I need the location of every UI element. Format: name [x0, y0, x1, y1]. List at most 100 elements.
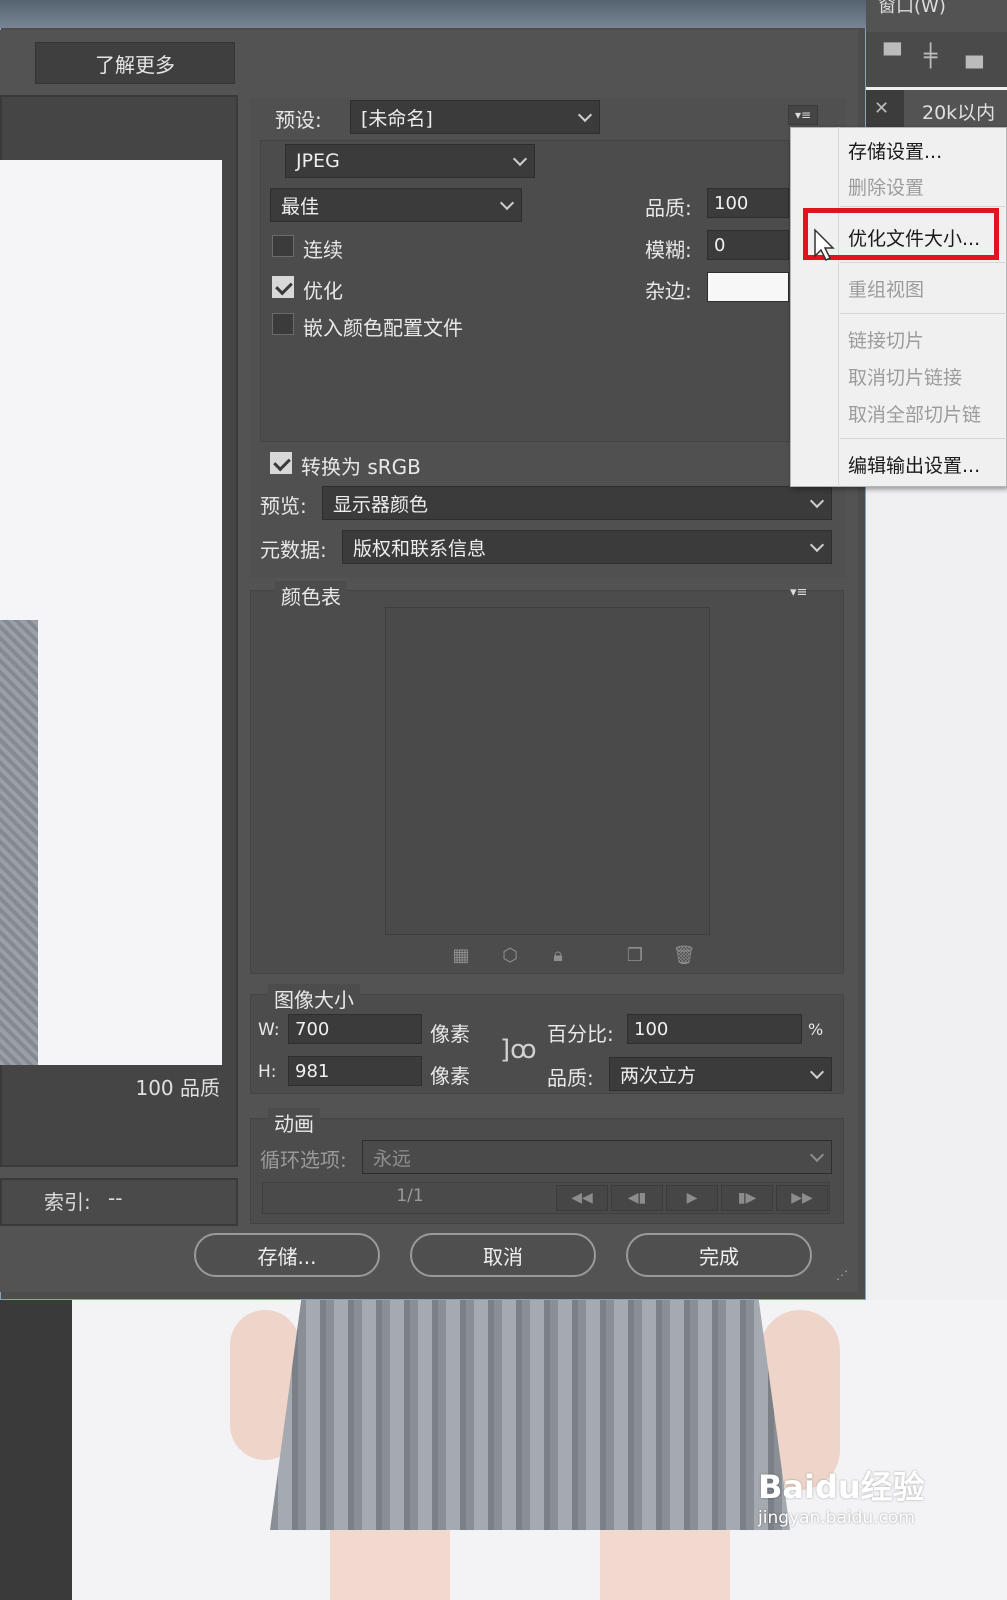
animation-title: 动画: [268, 1108, 320, 1137]
lock-color-icon[interactable]: 🔒︎: [545, 942, 571, 968]
preview-mode-value: 显示器颜色: [333, 493, 429, 516]
photo-skirt: [270, 1300, 790, 1530]
play-button[interactable]: ▶: [666, 1185, 718, 1211]
settings-menu-icon[interactable]: ▾≡: [788, 105, 818, 125]
menu-separator: [840, 438, 1007, 439]
preview-image-jacket: [0, 620, 38, 1065]
watermark-logo: Baidu经验: [758, 1468, 925, 1506]
width-label: W:: [258, 1020, 280, 1040]
metadata-value: 版权和联系信息: [353, 537, 487, 560]
preview-quality-note: 100 品质: [135, 1076, 220, 1100]
preset-select-value: [未命名]: [361, 107, 433, 130]
format-select[interactable]: JPEG: [285, 144, 535, 178]
quality-input[interactable]: 100: [707, 188, 789, 218]
blur-input[interactable]: 0: [707, 230, 789, 260]
first-frame-button[interactable]: ◀◀: [556, 1185, 608, 1211]
last-frame-button[interactable]: ▶▶: [776, 1185, 828, 1211]
matte-label: 杂边:: [645, 279, 692, 303]
menu-icon-gutter: [838, 127, 839, 487]
learn-more-button[interactable]: 了解更多: [35, 42, 235, 84]
height-label: H:: [258, 1062, 277, 1082]
resize-grip-icon[interactable]: ⋰: [836, 1268, 848, 1282]
preview-mode-select[interactable]: 显示器颜色: [322, 486, 832, 520]
chevron-down-icon: [809, 493, 825, 509]
metadata-select[interactable]: 版权和联系信息: [342, 530, 832, 564]
trash-icon[interactable]: 🗑︎: [671, 942, 697, 968]
preset-label: 预设:: [275, 108, 322, 132]
loop-options-value: 永远: [373, 1147, 412, 1170]
progressive-label: 连续: [303, 238, 343, 262]
color-table-menu-icon[interactable]: ▾≡: [790, 585, 807, 600]
width-input[interactable]: 700: [288, 1014, 422, 1044]
optimized-label: 优化: [303, 279, 343, 303]
resample-quality-select[interactable]: 两次立方: [609, 1057, 832, 1091]
photoshop-menu-bar: 窗口(W): [866, 0, 1007, 32]
menu-item-unlink-all-slices[interactable]: 取消全部切片链: [848, 400, 1007, 427]
width-unit-label: 像素: [430, 1022, 470, 1046]
web-snap-cube-icon[interactable]: ⬡: [497, 942, 523, 968]
chevron-down-icon: [577, 107, 593, 123]
matte-color-swatch[interactable]: [707, 272, 789, 302]
mouse-cursor-icon: [814, 228, 835, 262]
close-tab-icon[interactable]: ✕: [874, 98, 889, 119]
preview-mode-label: 预览:: [260, 494, 307, 518]
document-tab[interactable]: 20k以内: [904, 90, 1007, 130]
embed-profile-label: 嵌入颜色配置文件: [303, 316, 463, 340]
align-middle-icon[interactable]: ╪: [924, 44, 937, 69]
quality-label: 品质:: [645, 196, 692, 220]
constrain-proportions-link-icon[interactable]: ]ꝏ: [500, 1035, 540, 1075]
menu-item-delete-settings[interactable]: 删除设置: [848, 173, 924, 200]
height-unit-label: 像素: [430, 1064, 470, 1088]
color-table-grid[interactable]: [385, 607, 710, 935]
quality-level-select[interactable]: 最佳: [270, 188, 522, 222]
convert-srgb-label: 转换为 sRGB: [301, 455, 421, 479]
menu-item-edit-output-settings[interactable]: 编辑输出设置...: [848, 451, 980, 478]
chevron-down-icon: [809, 1064, 825, 1080]
progressive-checkbox[interactable]: [272, 235, 294, 257]
menu-item-save-settings[interactable]: 存储设置...: [848, 137, 942, 164]
percent-label: 百分比:: [547, 1022, 614, 1046]
save-button[interactable]: 存储...: [194, 1233, 380, 1277]
quality-level-value: 最佳: [281, 195, 320, 218]
photoshop-align-toolbar: ▀ ╪ ▄: [866, 32, 1007, 87]
blur-label: 模糊:: [645, 238, 692, 262]
embed-profile-checkbox[interactable]: [272, 313, 294, 335]
map-transparent-icon[interactable]: ▦: [448, 942, 474, 968]
menu-item-repopulate-views[interactable]: 重组视图: [848, 275, 924, 302]
color-table-title: 颜色表: [275, 581, 347, 610]
next-frame-button[interactable]: ▮▶: [721, 1185, 773, 1211]
resample-quality-label: 品质:: [547, 1066, 594, 1090]
cancel-button[interactable]: 取消: [410, 1233, 596, 1277]
menu-separator: [840, 262, 1007, 263]
menu-separator: [840, 206, 1007, 207]
optimized-checkbox[interactable]: [272, 276, 294, 298]
chevron-down-icon: [809, 1147, 825, 1163]
index-label: 索引:: [44, 1190, 91, 1214]
percent-input[interactable]: 100: [627, 1014, 802, 1044]
menu-item-unlink-slice[interactable]: 取消切片链接: [848, 363, 962, 390]
window-menu[interactable]: 窗口(W): [878, 0, 946, 18]
percent-unit: %: [808, 1020, 824, 1039]
preset-select[interactable]: [未命名]: [350, 100, 600, 134]
convert-srgb-checkbox[interactable]: [270, 452, 292, 474]
height-input[interactable]: 981: [288, 1056, 422, 1086]
format-select-value: JPEG: [296, 150, 340, 172]
previous-frame-button[interactable]: ◀▮: [611, 1185, 663, 1211]
watermark-url: jingyan.baidu.com: [758, 1508, 915, 1528]
chevron-down-icon: [809, 537, 825, 553]
done-button[interactable]: 完成: [626, 1233, 812, 1277]
new-color-icon[interactable]: ❐: [622, 942, 648, 968]
chevron-down-icon: [512, 151, 528, 167]
align-bottom-icon[interactable]: ▄: [966, 44, 983, 69]
menu-separator: [840, 313, 1007, 314]
frame-counter: 1/1: [396, 1186, 424, 1206]
align-top-icon[interactable]: ▀: [884, 44, 901, 69]
loop-options-select[interactable]: 永远: [362, 1140, 832, 1174]
menu-item-link-slices[interactable]: 链接切片: [848, 326, 924, 353]
document-tab-bar: ✕ 20k以内: [866, 90, 1007, 130]
metadata-label: 元数据:: [260, 538, 327, 562]
image-size-title: 图像大小: [268, 984, 360, 1013]
loop-options-label: 循环选项:: [260, 1148, 347, 1172]
document-tab-label: 20k以内: [922, 102, 996, 124]
chevron-down-icon: [499, 195, 515, 211]
